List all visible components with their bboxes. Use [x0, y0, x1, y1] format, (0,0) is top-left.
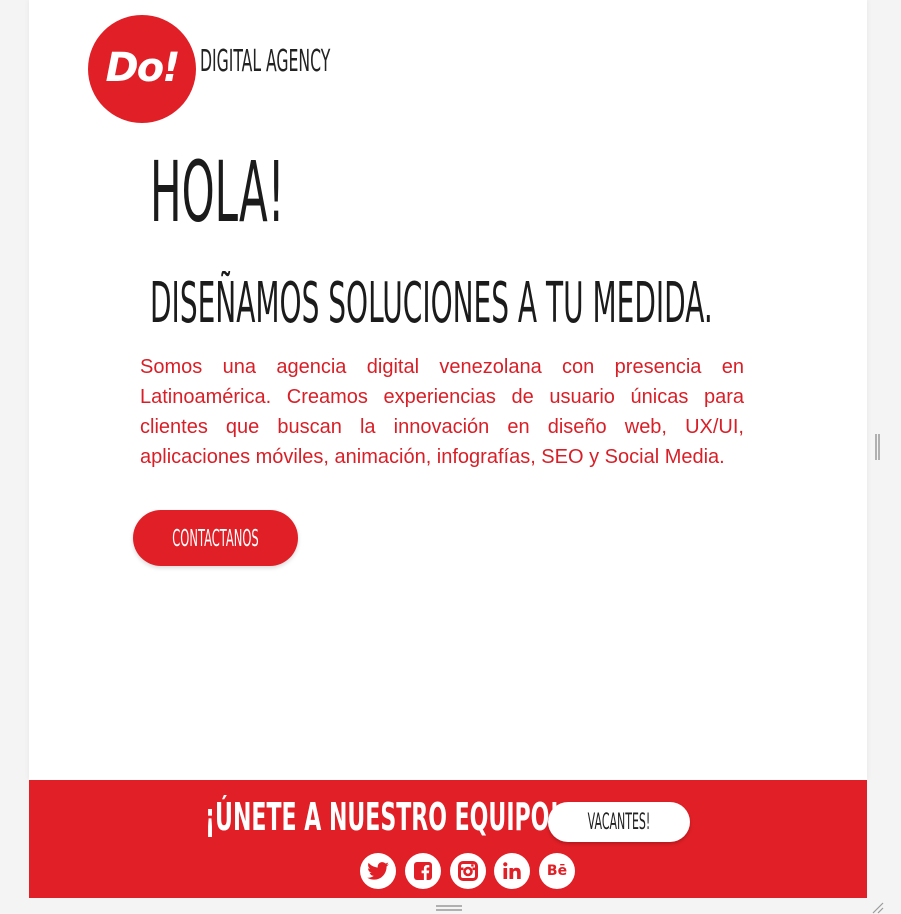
agency-description: Somos una agencia digital venezolana con…: [140, 356, 744, 468]
logo[interactable]: Do!: [88, 15, 196, 123]
main-panel: Do! DIGITAL AGENCY HOLA! DISEÑAMOS SOLUC…: [29, 0, 867, 780]
behance-icon-text: Bē: [546, 863, 568, 879]
behance-icon[interactable]: Bē: [539, 853, 575, 889]
contact-button[interactable]: CONTACTANOS: [133, 510, 298, 566]
greeting-heading: HOLA!: [150, 143, 285, 241]
tagline-heading: DISEÑAMOS SOLUCIONES A TU MEDIDA.: [150, 271, 713, 336]
footer-bar: ¡ÚNETE A NUESTRO EQUIPO! VACANTES! Bē: [29, 780, 867, 898]
logo-text: Do!: [105, 45, 181, 91]
agency-label: DIGITAL AGENCY: [200, 44, 331, 79]
vacancies-button[interactable]: VACANTES!: [548, 802, 690, 842]
vertical-resize-handle[interactable]: [875, 434, 880, 460]
join-team-heading: ¡ÚNETE A NUESTRO EQUIPO!: [205, 795, 560, 839]
contact-button-label: CONTACTANOS: [172, 526, 259, 552]
instagram-icon[interactable]: [450, 853, 486, 889]
resize-corner-icon[interactable]: [870, 900, 884, 914]
twitter-icon[interactable]: [360, 853, 396, 889]
linkedin-icon[interactable]: [494, 853, 530, 889]
facebook-icon[interactable]: [405, 853, 441, 889]
vacancies-button-label: VACANTES!: [587, 810, 651, 835]
horizontal-resize-handle[interactable]: [436, 905, 462, 911]
